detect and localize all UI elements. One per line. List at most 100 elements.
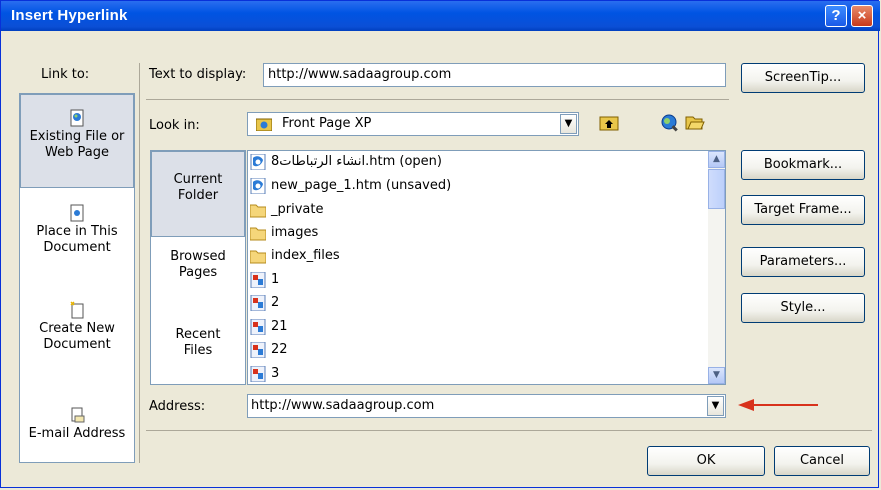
file-name: 1 (271, 272, 280, 287)
recent-files-label2: Files (183, 343, 213, 358)
scroll-thumb[interactable] (708, 169, 725, 209)
browsed-pages-tab[interactable]: Browsed Pages (151, 249, 245, 281)
file-name: 22 (271, 342, 288, 357)
link-existing-file[interactable]: Existing File or Web Page (20, 94, 134, 188)
link-email-label1: E-mail Address (28, 426, 126, 441)
email-icon (71, 407, 85, 423)
file-name: index_files (271, 248, 340, 263)
help-button[interactable]: ? (825, 5, 847, 27)
list-item[interactable]: 2 (250, 292, 279, 314)
list-item[interactable]: 21 (250, 316, 288, 338)
insert-hyperlink-dialog: Insert Hyperlink ? × Link to: Existing F… (0, 0, 880, 488)
vertical-divider (139, 63, 140, 463)
browsed-pages-label2: Pages (178, 265, 218, 280)
current-folder-tab[interactable]: Current Folder (151, 151, 245, 237)
html-file-icon (250, 153, 266, 170)
up-folder-icon (599, 116, 619, 131)
html-file-icon (250, 177, 266, 194)
image-file-icon (250, 365, 266, 382)
new-document-icon (70, 301, 84, 319)
bookmark-button[interactable]: Bookmark... (741, 150, 865, 180)
list-item[interactable]: 1 (250, 269, 279, 291)
file-name: 3 (271, 366, 280, 381)
browse-web-icon (661, 114, 678, 132)
browse-web-button[interactable] (657, 112, 681, 136)
target-frame-label: Target Frame... (754, 202, 852, 217)
bookmark-label: Bookmark... (763, 157, 843, 172)
style-label: Style... (780, 300, 826, 315)
link-existing-label1: Existing File or (29, 129, 125, 144)
image-file-icon (250, 341, 266, 358)
look-in-dropdown-arrow[interactable]: ▼ (560, 114, 577, 134)
text-to-display-value: http://www.sadaagroup.com (268, 67, 452, 82)
list-item[interactable]: images (250, 222, 318, 244)
link-place-label1: Place in This (36, 224, 118, 239)
document-place-icon (70, 204, 84, 222)
image-file-icon (250, 318, 266, 335)
address-dropdown-arrow[interactable]: ▼ (707, 396, 724, 416)
horizontal-divider (146, 99, 729, 100)
list-item[interactable]: 3 (250, 363, 280, 384)
target-frame-button[interactable]: Target Frame... (741, 195, 865, 225)
look-in-label: Look in: (149, 118, 200, 133)
file-name: 21 (271, 319, 288, 334)
file-name: _private (271, 202, 324, 217)
address-label: Address: (149, 399, 206, 414)
folder-icon (250, 250, 266, 263)
text-to-display-input[interactable]: http://www.sadaagroup.com (263, 63, 726, 87)
address-value: http://www.sadaagroup.com (251, 398, 435, 413)
link-email-address[interactable]: E-mail Address (20, 406, 134, 442)
close-button[interactable]: × (851, 5, 873, 27)
link-create-label1: Create New (39, 321, 115, 336)
image-file-icon (250, 271, 266, 288)
style-button[interactable]: Style... (741, 293, 865, 323)
web-page-icon (70, 109, 84, 127)
file-name: 2 (271, 295, 280, 310)
open-folder-icon (685, 116, 705, 130)
list-item[interactable]: 22 (250, 339, 288, 361)
dialog-title: Insert Hyperlink (11, 7, 128, 24)
current-folder-label1: Current (173, 172, 223, 187)
file-name: انشاء الرتباطات8.htm (open) (271, 154, 442, 169)
browsed-pages-label1: Browsed (170, 249, 226, 264)
link-create-label2: Document (43, 337, 111, 352)
folder-icon (250, 204, 266, 217)
file-list-scrollbar[interactable]: ▲ ▼ (708, 151, 725, 384)
link-to-panel: Existing File or Web Page Place in This … (19, 93, 135, 463)
scroll-down-button[interactable]: ▼ (708, 367, 725, 384)
list-item[interactable]: new_page_1.htm (unsaved) (250, 175, 451, 197)
link-create-new-document[interactable]: Create New Document (20, 301, 134, 353)
list-item[interactable]: _private (250, 199, 323, 221)
file-name: new_page_1.htm (unsaved) (271, 178, 452, 193)
list-item[interactable]: index_files (250, 245, 340, 267)
cancel-button[interactable]: Cancel (774, 446, 870, 476)
screentip-button[interactable]: ScreenTip... (741, 63, 865, 93)
cancel-label: Cancel (799, 453, 845, 468)
web-folder-icon (256, 118, 272, 131)
parameters-button[interactable]: Parameters... (741, 247, 865, 277)
file-list[interactable]: انشاء الرتباطات8.htm (open) new_page_1.h… (247, 150, 726, 385)
ok-button[interactable]: OK (647, 446, 765, 476)
parameters-label: Parameters... (759, 254, 847, 269)
folder-icon (250, 227, 266, 240)
browse-file-button[interactable] (683, 112, 707, 136)
list-item[interactable]: انشاء الرتباطات8.htm (open) (250, 151, 442, 173)
scroll-up-button[interactable]: ▲ (708, 151, 725, 168)
bottom-divider (146, 430, 872, 431)
annotation-arrow-icon (738, 399, 818, 411)
link-place-in-document[interactable]: Place in This Document (20, 204, 134, 256)
file-name: images (271, 225, 319, 240)
recent-files-tab[interactable]: Recent Files (151, 327, 245, 359)
browse-scope-panel: Current Folder Browsed Pages Recent File… (150, 150, 246, 385)
current-folder-label2: Folder (177, 188, 219, 203)
link-to-label: Link to: (41, 67, 90, 82)
image-file-icon (250, 294, 266, 311)
screentip-label: ScreenTip... (764, 70, 842, 85)
text-to-display-label: Text to display: (149, 67, 247, 82)
up-one-folder-button[interactable] (597, 112, 621, 136)
link-existing-label2: Web Page (45, 145, 109, 160)
title-bar[interactable]: Insert Hyperlink ? × (1, 1, 880, 31)
ok-label: OK (696, 453, 716, 468)
address-input[interactable]: http://www.sadaagroup.com ▼ (247, 394, 726, 418)
look-in-dropdown[interactable]: Front Page XP ▼ (247, 112, 579, 136)
